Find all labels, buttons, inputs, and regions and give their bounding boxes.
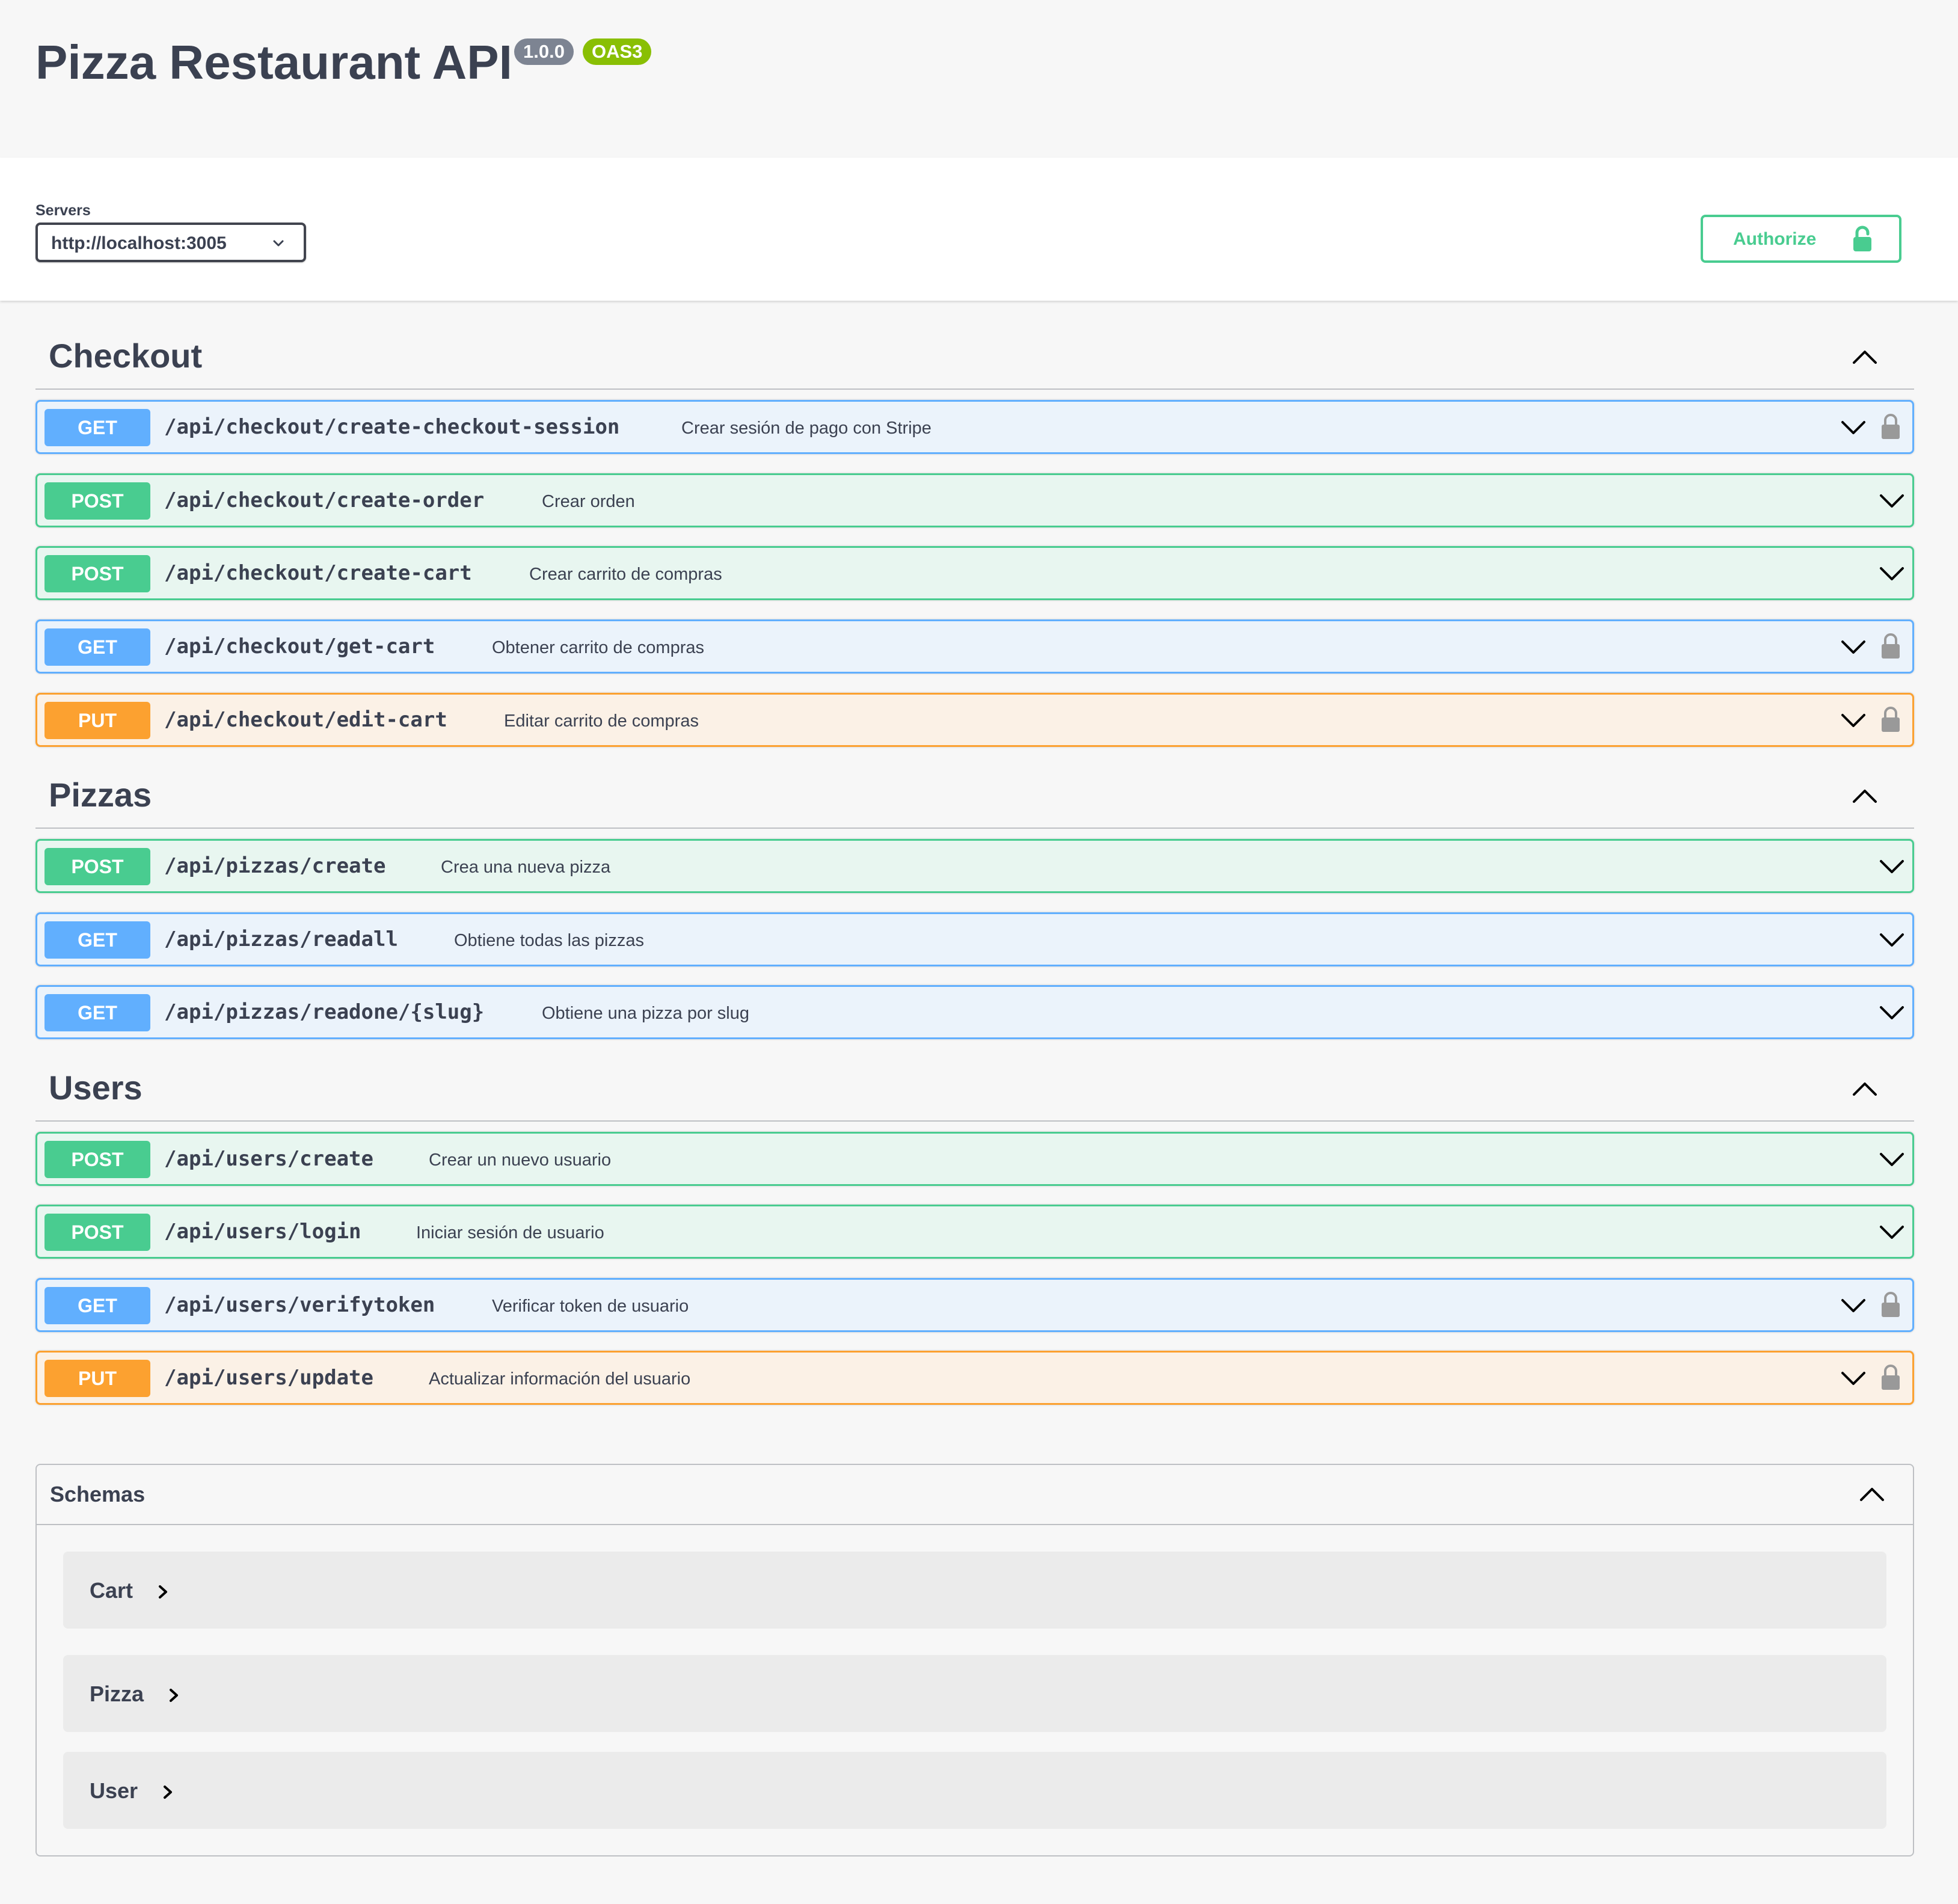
lock-icon[interactable] — [1880, 705, 1901, 736]
schema-item-cart[interactable]: Cart — [63, 1552, 1886, 1629]
operation-summary: Crear carrito de compras — [529, 565, 722, 584]
tag-section-users[interactable]: Users — [35, 1061, 1914, 1122]
operation-summary: Crea una nueva pizza — [441, 858, 611, 877]
method-badge: POST — [44, 482, 150, 520]
operation-summary: Crear sesión de pago con Stripe — [681, 419, 931, 438]
operation-summary: Obtener carrito de compras — [492, 638, 704, 657]
operation-summary: Crear un nuevo usuario — [429, 1150, 612, 1170]
operation-path: /api/pizzas/readall — [164, 927, 398, 951]
schemas-section: Schemas Cart Pizza User — [35, 1464, 1914, 1856]
schema-name: Cart — [90, 1578, 134, 1603]
operation-path: /api/pizzas/create — [164, 854, 386, 878]
method-badge: PUT — [44, 702, 150, 739]
operation-summary: Obtiene todas las pizzas — [454, 931, 644, 950]
chevron-up-icon[interactable] — [1852, 1080, 1878, 1100]
chevron-up-icon[interactable] — [1852, 348, 1878, 368]
operation-path: /api/checkout/get-cart — [164, 634, 435, 659]
tag-title: Checkout — [49, 337, 203, 375]
chevron-down-icon[interactable] — [1879, 565, 1905, 585]
operation-path: /api/checkout/create-checkout-session — [164, 415, 620, 439]
method-badge: PUT — [44, 1360, 150, 1397]
operation-get-users-verifytoken[interactable]: GET /api/users/verifytoken Verificar tok… — [35, 1278, 1914, 1332]
operation-post-create-order[interactable]: POST /api/checkout/create-order Crear or… — [35, 473, 1914, 527]
operation-get-get-cart[interactable]: GET /api/checkout/get-cart Obtener carri… — [35, 619, 1914, 674]
chevron-up-icon[interactable] — [1852, 787, 1878, 807]
chevron-down-icon[interactable] — [1840, 1297, 1867, 1316]
operation-summary: Actualizar información del usuario — [429, 1369, 691, 1389]
lock-icon[interactable] — [1880, 1363, 1901, 1394]
operation-path: /api/users/verifytoken — [164, 1293, 435, 1317]
schema-name: User — [90, 1778, 138, 1803]
lock-icon[interactable] — [1880, 632, 1901, 663]
chevron-right-icon — [168, 1686, 180, 1707]
operation-post-users-create[interactable]: POST /api/users/create Crear un nuevo us… — [35, 1132, 1914, 1186]
chevron-right-icon — [162, 1783, 174, 1804]
tag-section-checkout[interactable]: Checkout — [35, 330, 1914, 390]
chevron-down-icon[interactable] — [1840, 711, 1867, 731]
chevron-down-icon[interactable] — [1879, 931, 1905, 951]
chevron-down-icon[interactable] — [1879, 1004, 1905, 1024]
operation-path: /api/checkout/edit-cart — [164, 708, 447, 732]
operation-path: /api/checkout/create-cart — [164, 561, 472, 585]
operation-summary: Verificar token de usuario — [492, 1297, 689, 1316]
authorize-button[interactable]: Authorize — [1701, 215, 1901, 263]
method-badge: POST — [44, 1141, 150, 1178]
authorize-label: Authorize — [1733, 229, 1817, 249]
chevron-right-icon — [157, 1583, 169, 1604]
tag-title: Pizzas — [49, 776, 152, 814]
operation-put-edit-cart[interactable]: PUT /api/checkout/edit-cart Editar carri… — [35, 693, 1914, 747]
operation-summary: Obtiene una pizza por slug — [542, 1004, 749, 1023]
operation-path: /api/pizzas/readone/{slug} — [164, 1000, 485, 1024]
version-badge: 1.0.0 — [514, 38, 574, 65]
operation-get-pizzas-readall[interactable]: GET /api/pizzas/readall Obtiene todas la… — [35, 912, 1914, 966]
method-badge: POST — [44, 1214, 150, 1251]
operation-get-create-checkout-session[interactable]: GET /api/checkout/create-checkout-sessio… — [35, 400, 1914, 454]
chevron-down-icon[interactable] — [1879, 1150, 1905, 1170]
lock-icon[interactable] — [1880, 413, 1901, 443]
method-badge: GET — [44, 994, 150, 1031]
chevron-down-icon[interactable] — [1879, 858, 1905, 877]
method-badge: GET — [44, 1287, 150, 1324]
operation-put-users-update[interactable]: PUT /api/users/update Actualizar informa… — [35, 1351, 1914, 1405]
operation-summary: Iniciar sesión de usuario — [416, 1223, 604, 1242]
schemas-title: Schemas — [50, 1482, 146, 1506]
schema-item-user[interactable]: User — [63, 1752, 1886, 1829]
method-badge: GET — [44, 628, 150, 666]
operation-path: /api/users/create — [164, 1147, 373, 1171]
chevron-down-icon[interactable] — [1879, 1223, 1905, 1243]
server-select-value: http://localhost:3005 — [51, 233, 227, 253]
operation-post-pizzas-create[interactable]: POST /api/pizzas/create Crea una nueva p… — [35, 839, 1914, 893]
info-header: Pizza Restaurant API 1.0.0 OAS3 — [0, 0, 1958, 158]
chevron-down-icon[interactable] — [1879, 492, 1905, 512]
page-title: Pizza Restaurant API — [35, 35, 512, 89]
lock-icon[interactable] — [1880, 1291, 1901, 1321]
operation-get-pizzas-readone[interactable]: GET /api/pizzas/readone/{slug} Obtiene u… — [35, 985, 1914, 1039]
method-badge: GET — [44, 409, 150, 446]
servers-label: Servers — [35, 202, 91, 219]
method-badge: POST — [44, 848, 150, 885]
tag-title: Users — [49, 1069, 143, 1107]
operation-path: /api/checkout/create-order — [164, 488, 485, 512]
server-select[interactable]: http://localhost:3005 — [35, 223, 306, 262]
operation-path: /api/users/login — [164, 1220, 361, 1244]
chevron-down-icon[interactable] — [1840, 419, 1867, 438]
method-badge: GET — [44, 921, 150, 959]
schema-name: Pizza — [90, 1681, 144, 1706]
operation-summary: Crear orden — [542, 492, 635, 511]
chevron-down-icon — [271, 236, 286, 253]
unlocked-icon — [1850, 226, 1874, 255]
scheme-container: Servers http://localhost:3005 Authorize — [0, 158, 1958, 301]
operation-summary: Editar carrito de compras — [504, 711, 699, 731]
operation-path: /api/users/update — [164, 1366, 373, 1390]
method-badge: POST — [44, 555, 150, 592]
schemas-header[interactable]: Schemas — [37, 1465, 1913, 1525]
operation-post-create-cart[interactable]: POST /api/checkout/create-cart Crear car… — [35, 546, 1914, 600]
tag-section-pizzas[interactable]: Pizzas — [35, 769, 1914, 829]
oas-badge: OAS3 — [583, 38, 652, 65]
operation-post-users-login[interactable]: POST /api/users/login Iniciar sesión de … — [35, 1205, 1914, 1259]
chevron-down-icon[interactable] — [1840, 1369, 1867, 1389]
chevron-down-icon[interactable] — [1840, 638, 1867, 658]
schema-item-pizza[interactable]: Pizza — [63, 1655, 1886, 1732]
chevron-up-icon[interactable] — [1859, 1485, 1885, 1505]
